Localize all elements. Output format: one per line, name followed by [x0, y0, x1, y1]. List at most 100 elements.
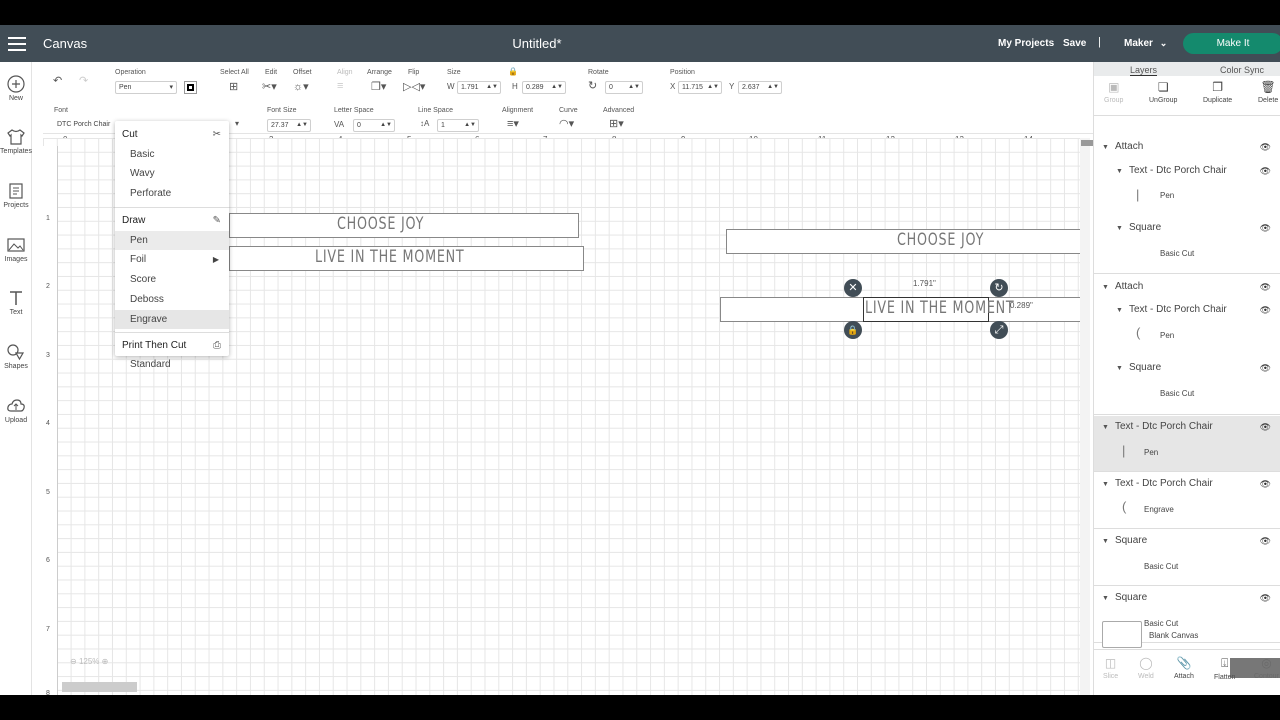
- operation-select[interactable]: Pen ▾: [115, 81, 177, 94]
- resize-handle-icon[interactable]: ⤢: [990, 321, 1008, 339]
- font-size-input[interactable]: 27.37 ▲▼: [267, 119, 311, 132]
- live-moment-text-right[interactable]: LIVE IN THE MOMENT: [865, 298, 1014, 318]
- menu-item-perforate[interactable]: Perforate: [115, 184, 229, 203]
- blank-canvas-swatch[interactable]: [1102, 621, 1142, 648]
- stepper-icon: ▲▼: [707, 84, 719, 90]
- eye-icon[interactable]: 👁: [1260, 479, 1271, 490]
- layer-name[interactable]: ▼ Square: [1102, 535, 1147, 546]
- width-input[interactable]: 1.791 ▲▼: [457, 81, 501, 94]
- eye-icon[interactable]: 👁: [1260, 536, 1271, 547]
- height-input[interactable]: 0.289 ▲▼: [522, 81, 566, 94]
- vertical-scrollbar[interactable]: [1080, 138, 1093, 695]
- layer-name[interactable]: ▼ Text - Dtc Porch Chair: [1102, 478, 1213, 489]
- layer-item-selected[interactable]: ▼ Text - Dtc Porch Chair 👁 | Pen: [1094, 416, 1280, 472]
- video-overlay-controls[interactable]: [1230, 658, 1280, 678]
- group-button[interactable]: ▣ Group: [1104, 80, 1123, 104]
- choose-joy-text-left[interactable]: CHOOSE JOY: [337, 214, 424, 234]
- projects-button[interactable]: Projects: [0, 182, 32, 209]
- caret-down-icon[interactable]: ▾: [235, 119, 239, 128]
- line-space-input[interactable]: 1 ▲▼: [437, 119, 479, 132]
- horizontal-scrollbar[interactable]: [62, 682, 137, 692]
- eye-icon[interactable]: 👁: [1260, 166, 1271, 177]
- eye-icon[interactable]: 👁: [1260, 142, 1271, 153]
- upload-button[interactable]: Upload: [0, 397, 32, 424]
- paperclip-icon: 📎: [1176, 656, 1192, 670]
- menu-item-score[interactable]: Score: [115, 270, 229, 289]
- advanced-icon[interactable]: ⊞▾: [609, 117, 624, 130]
- line-space-label: Line Space: [418, 107, 454, 114]
- eye-icon[interactable]: 👁: [1260, 223, 1271, 234]
- delete-button[interactable]: 🗑 Delete: [1258, 80, 1278, 104]
- my-projects-link[interactable]: My Projects: [998, 38, 1054, 49]
- eye-icon[interactable]: 👁: [1260, 422, 1271, 433]
- align-icon[interactable]: ≡: [337, 80, 343, 92]
- layer-name[interactable]: ▼ Text - Dtc Porch Chair: [1116, 165, 1227, 176]
- new-button[interactable]: New: [0, 75, 32, 102]
- menu-item-wavy[interactable]: Wavy: [115, 164, 229, 183]
- panel-tabs: Layers Color Sync: [1094, 62, 1280, 76]
- font-select[interactable]: DTC Porch Chair: [54, 119, 116, 132]
- text-button[interactable]: Text: [0, 289, 32, 316]
- undo-icon[interactable]: ↶: [53, 74, 62, 87]
- align-left-icon[interactable]: ≡▾: [507, 117, 519, 130]
- menu-item-deboss[interactable]: Deboss: [115, 290, 229, 309]
- zoom-control[interactable]: ⊖ 125% ⊕: [70, 657, 108, 666]
- eye-icon[interactable]: 👁: [1260, 593, 1271, 604]
- lock-icon[interactable]: 🔒: [508, 67, 518, 76]
- document-title[interactable]: Untitled*: [0, 36, 1074, 51]
- images-button[interactable]: Images: [0, 236, 32, 263]
- slice-button[interactable]: ◫ Slice: [1103, 656, 1118, 680]
- menu-item-basic[interactable]: Basic: [115, 145, 229, 164]
- eye-icon[interactable]: 👁: [1260, 305, 1271, 316]
- layer-group[interactable]: ▼ Attach 👁 ▼ Text - Dtc Porch Chair 👁 ( Pe…: [1094, 275, 1280, 415]
- layer-name[interactable]: ▼ Square: [1116, 222, 1161, 233]
- layer-name[interactable]: ▼ Attach: [1102, 141, 1143, 152]
- letter-space-input[interactable]: 0 ▲▼: [353, 119, 395, 132]
- weld-button[interactable]: ◯ Weld: [1138, 656, 1154, 680]
- templates-button[interactable]: Templates: [0, 128, 32, 155]
- duplicate-button[interactable]: ❐ Duplicate: [1203, 80, 1232, 104]
- layer-group[interactable]: ▼ Attach 👁 ▼ Text - Dtc Porch Chair 👁 | Pe…: [1094, 116, 1280, 274]
- select-all-icon[interactable]: ⊞: [229, 80, 238, 93]
- scroll-thumb[interactable]: [1081, 140, 1093, 146]
- shapes-button[interactable]: Shapes: [0, 343, 32, 370]
- y-input[interactable]: 2.637 ▲▼: [738, 81, 782, 94]
- layer-item[interactable]: ▼ Text - Dtc Porch Chair 👁 ( Engrave: [1094, 473, 1280, 529]
- layer-name[interactable]: ▼ Attach: [1102, 281, 1143, 292]
- make-it-button[interactable]: Make It: [1183, 33, 1280, 54]
- tab-layers[interactable]: Layers: [1130, 65, 1158, 76]
- edit-icon[interactable]: ✂▾: [262, 80, 277, 93]
- rotate-input[interactable]: 0 ▲▼: [605, 81, 643, 94]
- redo-icon[interactable]: ↷: [79, 74, 88, 87]
- layer-name[interactable]: ▼ Text - Dtc Porch Chair: [1116, 304, 1227, 315]
- app-window: Canvas Untitled* My Projects Save | Make…: [0, 25, 1280, 695]
- layer-name[interactable]: ▼ Text - Dtc Porch Chair: [1102, 421, 1213, 432]
- layer-item[interactable]: ▼ Square 👁 Basic Cut: [1094, 530, 1280, 586]
- eye-icon[interactable]: 👁: [1260, 282, 1271, 293]
- arrange-icon[interactable]: ❐▾: [371, 80, 386, 93]
- offset-icon[interactable]: ☼▾: [293, 80, 309, 93]
- flip-icon[interactable]: ▷◁▾: [403, 80, 425, 93]
- x-input[interactable]: 11.715 ▲▼: [678, 81, 722, 94]
- ungroup-button[interactable]: ❏ UnGroup: [1149, 80, 1177, 104]
- ruler-tick: 3: [46, 352, 50, 359]
- lock-handle-icon[interactable]: 🔒: [844, 321, 862, 339]
- layer-name[interactable]: ▼ Square: [1102, 592, 1147, 603]
- menu-item-foil[interactable]: Foil ▶: [115, 250, 229, 269]
- eye-icon[interactable]: 👁: [1260, 363, 1271, 374]
- choose-joy-text-right[interactable]: CHOOSE JOY: [897, 230, 984, 250]
- layer-name[interactable]: ▼ Square: [1116, 362, 1161, 373]
- menu-item-pen[interactable]: Pen: [115, 231, 229, 250]
- machine-select[interactable]: Maker ⌄: [1124, 38, 1167, 49]
- attach-button[interactable]: 📎 Attach: [1174, 656, 1194, 680]
- menu-item-engrave[interactable]: Engrave: [115, 310, 229, 329]
- rotate-icon[interactable]: ↻: [588, 79, 597, 92]
- menu-item-standard[interactable]: Standard: [115, 355, 229, 374]
- delete-handle-icon[interactable]: ✕: [844, 279, 862, 297]
- color-swatch[interactable]: [184, 81, 197, 94]
- tab-color-sync[interactable]: Color Sync: [1220, 65, 1264, 75]
- save-button[interactable]: Save: [1063, 38, 1086, 49]
- live-moment-text-left[interactable]: LIVE IN THE MOMENT: [315, 247, 464, 267]
- rotate-handle-icon[interactable]: ↻: [990, 279, 1008, 297]
- curve-icon[interactable]: ◠▾: [559, 117, 574, 130]
